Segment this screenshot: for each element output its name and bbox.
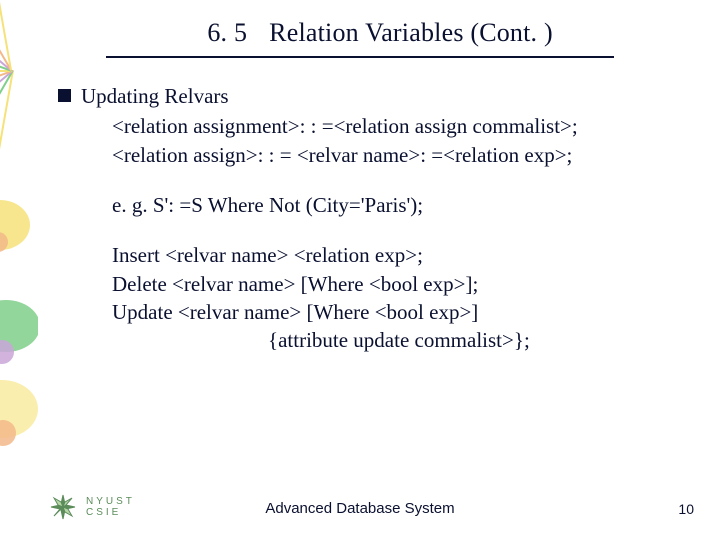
title-text: Relation Variables (Cont. ): [269, 18, 553, 47]
slide-title-wrap: 6. 5 Relation Variables (Cont. ): [106, 18, 614, 58]
decorative-left-border: [0, 0, 38, 540]
page-number: 10: [678, 501, 694, 517]
body-line: <relation assign>: : = <relvar name>: =<…: [112, 141, 658, 169]
slide-body: Updating Relvars <relation assignment>: …: [58, 82, 658, 355]
bullet-heading: Updating Relvars: [81, 82, 229, 110]
section-number: 6. 5: [167, 18, 247, 48]
body-line: Update <relvar name> [Where <bool exp>]: [112, 298, 658, 326]
sunburst-decoration: [0, 0, 38, 150]
body-line: {attribute update commalist>};: [268, 326, 658, 354]
bullet-row: Updating Relvars: [58, 82, 658, 110]
body-line: e. g. S': =S Where Not (City='Paris');: [112, 191, 658, 219]
footer-title: Advanced Database System: [0, 500, 720, 517]
body-line: <relation assignment>: : =<relation assi…: [112, 112, 658, 140]
body-line: Delete <relvar name> [Where <bool exp>];: [112, 270, 658, 298]
slide-title: 6. 5 Relation Variables (Cont. ): [106, 18, 614, 48]
body-line: Insert <relvar name> <relation exp>;: [112, 241, 658, 269]
square-bullet-icon: [58, 89, 71, 102]
